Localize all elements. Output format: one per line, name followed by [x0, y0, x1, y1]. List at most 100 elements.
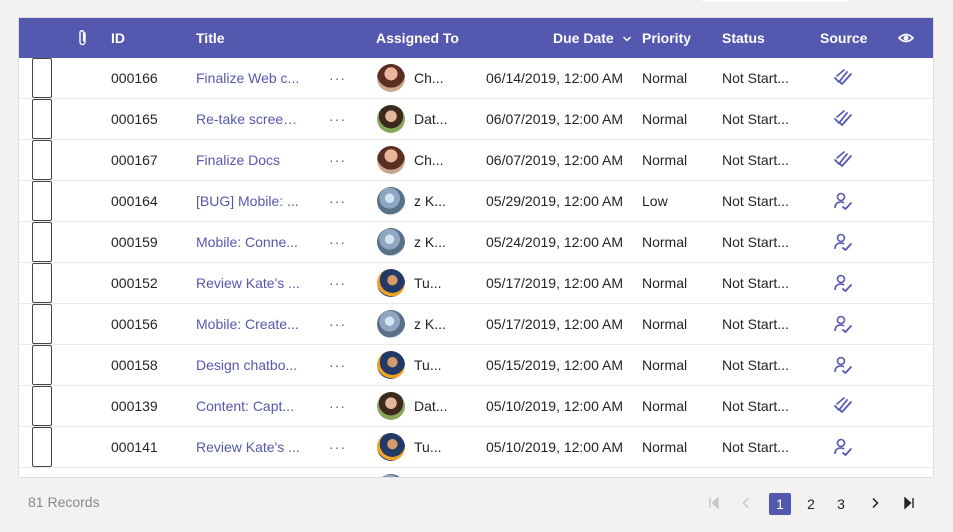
row-checkbox[interactable]: [32, 345, 52, 385]
task-id: 000165: [111, 111, 158, 127]
row-checkbox[interactable]: [32, 427, 52, 467]
table-row[interactable]: 000165 Re-take screen... ··· Dat... 06/07/20…: [19, 99, 933, 140]
task-id: 000164: [111, 193, 158, 209]
task-title-link[interactable]: [BUG] Mobile: ...: [196, 181, 302, 221]
row-checkbox[interactable]: [32, 181, 52, 221]
task-title-link[interactable]: Review Kate's ...: [196, 263, 302, 303]
row-more-button[interactable]: ···: [329, 427, 346, 467]
table-row[interactable]: 000139 Content: Capt... ··· Dat... 05/10/201…: [19, 386, 933, 427]
task-id: 000141: [111, 439, 158, 455]
header-assigned-to[interactable]: Assigned To: [376, 18, 459, 58]
status: Not Start...: [722, 193, 789, 209]
due-date: 06/14/2019, 12:00 AM: [486, 70, 623, 86]
priority: Normal: [642, 70, 688, 86]
row-checkbox[interactable]: [32, 140, 52, 180]
assignee-name: Tu...: [414, 357, 442, 373]
due-date: 05/24/2019, 12:00 AM: [486, 234, 623, 250]
task-id: 000139: [111, 398, 158, 414]
row-checkbox[interactable]: [32, 58, 52, 98]
avatar: [377, 105, 405, 133]
avatar: [377, 64, 405, 92]
assignee-name: Dat...: [414, 111, 448, 127]
row-more-button[interactable]: ···: [329, 181, 346, 221]
top-partial-element: [700, 0, 850, 2]
row-more-button[interactable]: ···: [329, 140, 346, 180]
row-checkbox[interactable]: [32, 222, 52, 262]
previous-page-button[interactable]: [735, 493, 757, 515]
records-count: 81 Records: [28, 494, 100, 510]
page-button-3[interactable]: 3: [830, 493, 852, 515]
avatar: [377, 146, 405, 174]
row-checkbox[interactable]: [32, 99, 52, 139]
double-check-icon: [834, 69, 852, 85]
chevron-right-icon: [872, 497, 879, 509]
task-title-link[interactable]: Mobile: Conne...: [196, 222, 302, 262]
last-page-button[interactable]: [898, 493, 920, 515]
attachment-column-header[interactable]: [77, 18, 89, 58]
task-title-link[interactable]: Design chatbo...: [196, 345, 302, 385]
table-row[interactable]: 000156 Mobile: Create... ··· z K... 05/17/20…: [19, 304, 933, 345]
status: Not Start...: [722, 111, 789, 127]
assignee-name: Tu...: [414, 275, 442, 291]
header-title[interactable]: Title: [196, 18, 225, 58]
chevron-down-icon: [622, 36, 631, 42]
priority: Low: [642, 193, 668, 209]
row-more-button[interactable]: ···: [329, 99, 346, 139]
double-check-icon: [834, 397, 852, 413]
assignee-name: Ch...: [414, 70, 444, 86]
avatar: [377, 228, 405, 256]
double-check-icon: [834, 110, 852, 126]
avatar: [377, 187, 405, 215]
table-row[interactable]: 000152 Review Kate's ... ··· Tu... 05/17/201…: [19, 263, 933, 304]
header-status[interactable]: Status: [722, 18, 765, 58]
row-checkbox[interactable]: [32, 386, 52, 426]
header-due-date[interactable]: Due Date: [553, 18, 632, 58]
task-title-link[interactable]: Content: Capt...: [196, 386, 302, 426]
header-id[interactable]: ID: [111, 18, 125, 58]
page-button-1[interactable]: 1: [769, 493, 791, 515]
task-title-link[interactable]: Mobile: Create...: [196, 304, 302, 344]
table-row-partial: [19, 468, 933, 477]
row-more-button[interactable]: ···: [329, 222, 346, 262]
status: Not Start...: [722, 357, 789, 373]
assignee-name: Dat...: [414, 398, 448, 414]
row-more-button[interactable]: ···: [329, 58, 346, 98]
task-title-link[interactable]: Finalize Web c...: [196, 58, 302, 98]
column-visibility-button[interactable]: [897, 18, 915, 58]
row-more-button[interactable]: ···: [329, 263, 346, 303]
last-page-icon: [904, 496, 914, 510]
due-date: 05/10/2019, 12:00 AM: [486, 439, 623, 455]
header-priority[interactable]: Priority: [642, 18, 691, 58]
priority: Normal: [642, 398, 688, 414]
table-row[interactable]: 000159 Mobile: Conne... ··· z K... 05/24/201…: [19, 222, 933, 263]
avatar: [377, 269, 405, 297]
table-row[interactable]: 000158 Design chatbo... ··· Tu... 05/15/2019…: [19, 345, 933, 386]
due-date: 05/10/2019, 12:00 AM: [486, 398, 623, 414]
assignee-name: z K...: [414, 234, 446, 250]
person-assign-icon: [834, 356, 852, 374]
row-checkbox[interactable]: [32, 263, 52, 303]
due-date: 05/29/2019, 12:00 AM: [486, 193, 623, 209]
task-title-link[interactable]: Finalize Docs: [196, 140, 302, 180]
header-source[interactable]: Source: [820, 18, 867, 58]
avatar: [377, 310, 405, 338]
row-more-button[interactable]: ···: [329, 304, 346, 344]
table-row[interactable]: 000141 Review Kate's ... ··· Tu... 05/10/201…: [19, 427, 933, 468]
page-button-2[interactable]: 2: [800, 493, 822, 515]
first-page-icon: [709, 496, 719, 510]
row-checkbox[interactable]: [32, 304, 52, 344]
table-row[interactable]: 000167 Finalize Docs ··· Ch... 06/07/2019, 1…: [19, 140, 933, 181]
table-row[interactable]: 000166 Finalize Web c... ··· Ch... 06/14/201…: [19, 58, 933, 99]
priority: Normal: [642, 152, 688, 168]
priority: Normal: [642, 316, 688, 332]
task-title-link[interactable]: Re-take screen...: [196, 99, 302, 139]
header-due-date-label: Due Date: [553, 30, 614, 46]
due-date: 06/07/2019, 12:00 AM: [486, 152, 623, 168]
next-page-button[interactable]: [864, 493, 886, 515]
row-more-button[interactable]: ···: [329, 345, 346, 385]
row-more-button[interactable]: ···: [329, 386, 346, 426]
table-row[interactable]: 000164 [BUG] Mobile: ... ··· z K... 05/29/20…: [19, 181, 933, 222]
first-page-button[interactable]: [703, 493, 725, 515]
task-id: 000152: [111, 275, 158, 291]
task-title-link[interactable]: Review Kate's ...: [196, 427, 302, 467]
